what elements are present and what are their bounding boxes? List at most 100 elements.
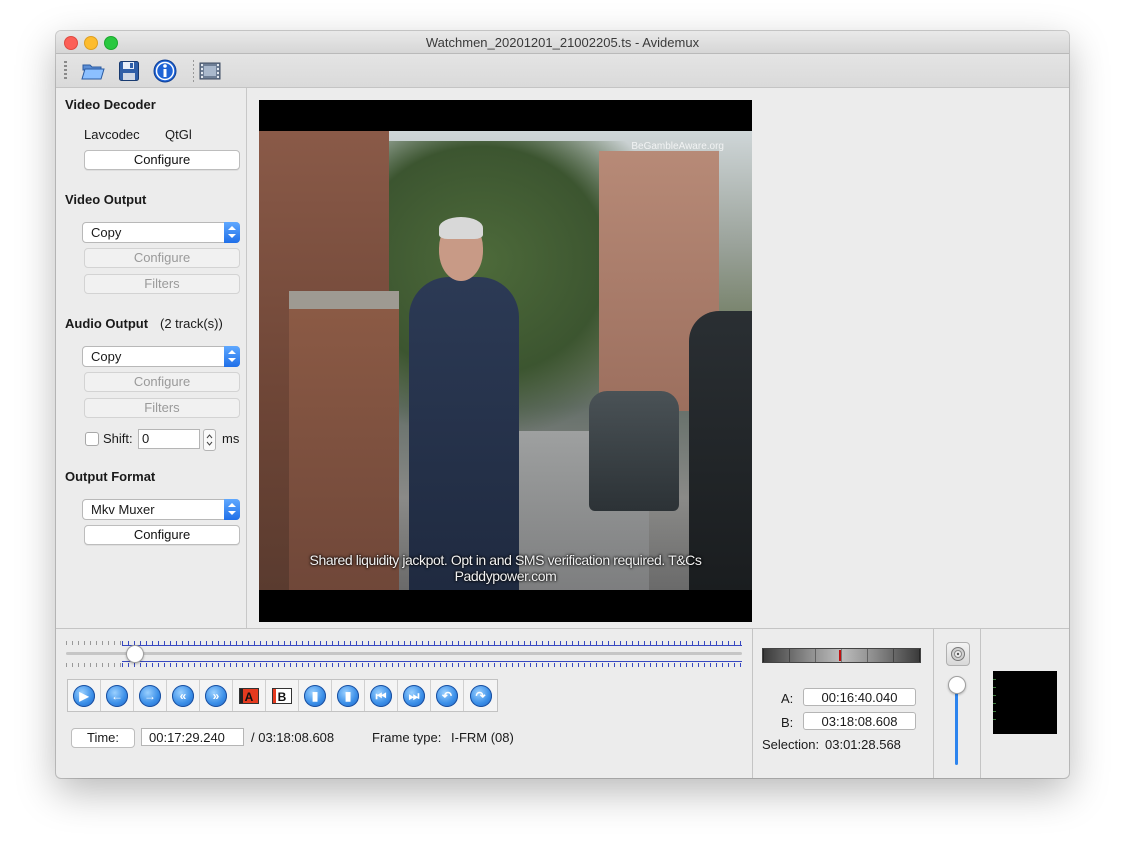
folder-open-icon xyxy=(81,64,105,80)
next-keyframe-button[interactable]: » xyxy=(200,680,233,711)
stepper-arrows-icon xyxy=(206,434,213,446)
video-output-title: Video Output xyxy=(65,192,147,207)
timeline-slider[interactable] xyxy=(66,639,742,667)
audio-track-count: (2 track(s)) xyxy=(160,316,223,331)
video-caption: Shared liquidity jackpot. Opt in and SMS… xyxy=(309,552,702,584)
divider-volume xyxy=(933,629,934,778)
shift-checkbox[interactable] xyxy=(85,432,99,446)
arrow-right-icon: → xyxy=(139,684,161,707)
video-watermark: BeGambleAware.org xyxy=(631,141,724,152)
audio-output-configure-button[interactable]: Configure xyxy=(84,372,240,392)
shift-input[interactable]: 0 xyxy=(138,429,200,449)
timeline-ticks-left xyxy=(66,641,122,645)
marker-a-label: A: xyxy=(781,691,794,706)
toolbar-grip[interactable] xyxy=(64,61,67,81)
first-frame-button[interactable]: ⏮ xyxy=(365,680,398,711)
preview-output-button[interactable] xyxy=(197,58,223,84)
next-black-frame-button[interactable]: ▮ xyxy=(332,680,365,711)
video-output-configure-button[interactable]: Configure xyxy=(84,248,240,268)
previous-keyframe-button[interactable]: « xyxy=(167,680,200,711)
marker-b-field[interactable]: 03:18:08.608 xyxy=(803,712,916,730)
video-output-filters-button[interactable]: Filters xyxy=(84,274,240,294)
audio-output-select[interactable]: Copy xyxy=(82,346,240,367)
set-marker-a-button[interactable]: A xyxy=(233,680,266,711)
play-button[interactable]: ▶ xyxy=(68,680,101,711)
time-button[interactable]: Time: xyxy=(71,728,135,748)
arrow-left-icon: ← xyxy=(106,684,128,707)
next-black-frame-icon: ▮ xyxy=(337,684,359,707)
timeline-range-bottom xyxy=(122,661,742,662)
divider-markers xyxy=(752,629,753,778)
audio-output-selected: Copy xyxy=(91,349,122,364)
previous-black-frame-button[interactable]: ▮ xyxy=(299,680,332,711)
go-marker-b-icon: ↷ xyxy=(469,684,492,707)
total-time: / 03:18:08.608 xyxy=(251,730,335,745)
video-wall xyxy=(289,291,399,590)
selection-label: Selection: xyxy=(762,737,820,752)
jog-shuttle-marker xyxy=(839,650,841,661)
selection-value: 03:01:28.568 xyxy=(825,737,901,752)
jog-shuttle-ticks xyxy=(763,649,920,662)
output-format-select[interactable]: Mkv Muxer xyxy=(82,499,240,520)
frame-type-label: Frame type: xyxy=(372,730,442,745)
fast-forward-icon: » xyxy=(205,684,227,707)
navigation-buttons: ▶ ← → « » A B ▮ ▮ ⏮ ⏭ ↶ ↷ xyxy=(67,679,498,712)
output-format-configure-button[interactable]: Configure xyxy=(84,525,240,545)
prev-black-frame-icon: ▮ xyxy=(304,684,326,707)
chevron-updown-icon xyxy=(224,499,240,520)
go-marker-b-button[interactable]: ↷ xyxy=(464,680,497,711)
go-marker-a-icon: ↶ xyxy=(436,684,458,707)
video-taxi xyxy=(689,311,752,590)
go-marker-a-button[interactable]: ↶ xyxy=(431,680,464,711)
timeline-thumb[interactable] xyxy=(126,645,144,663)
audio-output-filters-button[interactable]: Filters xyxy=(84,398,240,418)
window-title: Watchmen_20201201_21002205.ts - Avidemux xyxy=(425,35,700,50)
chevron-updown-icon xyxy=(224,346,240,367)
chevron-updown-icon xyxy=(224,222,240,243)
shift-label: Shift: xyxy=(103,431,133,446)
toolbar-separator xyxy=(193,60,194,82)
video-frame: BeGambleAware.org Shared liquidity jackp… xyxy=(259,131,752,590)
video-decoder-configure-button[interactable]: Configure xyxy=(84,150,240,170)
next-frame-button[interactable]: → xyxy=(134,680,167,711)
video-person-body xyxy=(409,277,519,590)
set-marker-b-button[interactable]: B xyxy=(266,680,299,711)
frame-type-value: I-FRM (08) xyxy=(451,730,514,745)
marker-a-icon: A xyxy=(239,687,259,704)
go-last-icon: ⏭ xyxy=(403,684,425,707)
video-decoder-title: Video Decoder xyxy=(65,97,156,112)
volume-track xyxy=(955,691,958,765)
floppy-disk-icon xyxy=(119,61,139,81)
play-icon: ▶ xyxy=(73,684,95,707)
rewind-icon: « xyxy=(172,684,194,707)
video-output-selected: Copy xyxy=(91,225,122,240)
volume-slider[interactable] xyxy=(948,676,966,694)
video-preview[interactable]: BeGambleAware.org Shared liquidity jackp… xyxy=(259,100,752,622)
marker-b-icon: B xyxy=(272,687,292,704)
current-time-field[interactable]: 00:17:29.240 xyxy=(141,728,244,746)
video-output-select[interactable]: Copy xyxy=(82,222,240,243)
speaker-icon xyxy=(951,647,965,661)
jog-shuttle[interactable] xyxy=(762,648,921,663)
timeline-ticks-left-bottom xyxy=(66,663,122,667)
shift-unit: ms xyxy=(222,431,240,446)
decoder-name: Lavcodec xyxy=(84,127,140,142)
decoder-mode: QtGl xyxy=(165,127,192,142)
properties-button[interactable] xyxy=(152,58,178,84)
previous-frame-button[interactable]: ← xyxy=(101,680,134,711)
marker-a-field[interactable]: 00:16:40.040 xyxy=(803,688,916,706)
avidemux-window: Watchmen_20201201_21002205.ts - Avidemux… xyxy=(56,31,1069,778)
title-bar: Watchmen_20201201_21002205.ts - Avidemux xyxy=(56,31,1069,54)
shift-stepper[interactable] xyxy=(203,429,216,451)
marker-b-label: B: xyxy=(781,715,794,730)
timeline-ticks-bottom xyxy=(122,663,742,667)
last-frame-button[interactable]: ⏭ xyxy=(398,680,431,711)
open-video-button[interactable] xyxy=(80,58,106,84)
volume-button[interactable] xyxy=(946,642,970,666)
bottom-controls: ▶ ← → « » A B ▮ ▮ ⏮ ⏭ ↶ ↷ Time: 00:17:29… xyxy=(56,628,1069,778)
audio-meter-ticks xyxy=(993,679,996,727)
timeline-range-top xyxy=(122,645,742,646)
save-video-button[interactable] xyxy=(116,58,142,84)
video-person-hair xyxy=(439,217,483,239)
audio-meter xyxy=(993,671,1057,734)
